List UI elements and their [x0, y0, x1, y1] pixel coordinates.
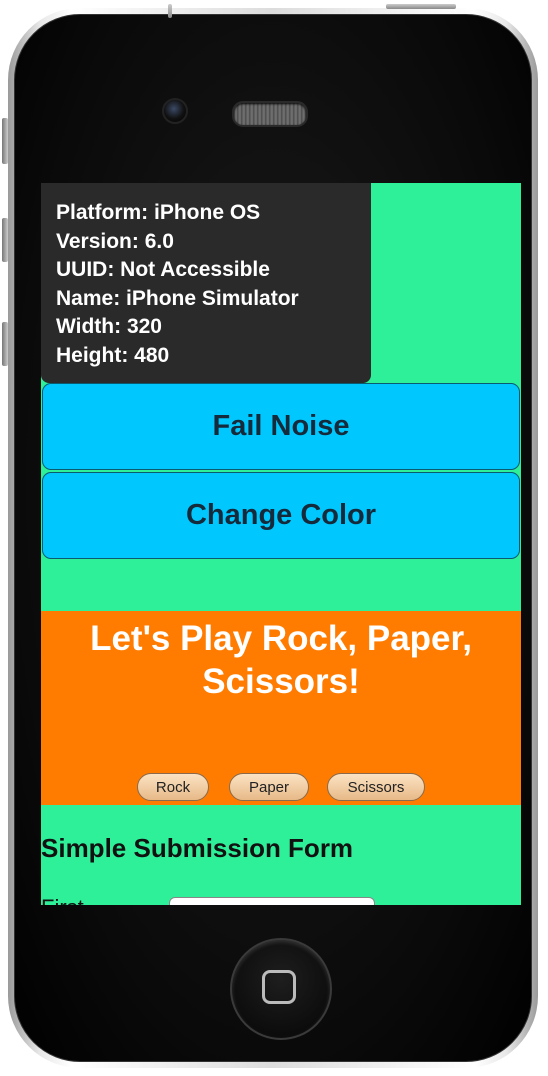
- paper-label: Paper: [248, 778, 290, 796]
- top-edge-notch: [168, 4, 172, 18]
- form-title: Simple Submission Form: [41, 833, 354, 863]
- game-title: Let's Play Rock, Paper, Scissors!: [90, 619, 472, 701]
- height-text: Height: 480: [56, 343, 170, 367]
- rock-label: Rock: [155, 778, 191, 796]
- rock-button[interactable]: Rock: [137, 773, 209, 801]
- front-camera-icon: [162, 98, 188, 124]
- change-color-button[interactable]: Change Color: [42, 472, 520, 559]
- paper-button[interactable]: Paper: [229, 773, 309, 801]
- ring-silent-switch[interactable]: [2, 118, 8, 164]
- app-screen: Platform: iPhone OS Version: 6.0 UUID: N…: [41, 183, 521, 905]
- device-info-panel: Platform: iPhone OS Version: 6.0 UUID: N…: [41, 183, 371, 383]
- first-name-field[interactable]: [169, 897, 375, 905]
- version-text: Version: 6.0: [56, 229, 174, 253]
- home-square-icon: [262, 970, 296, 1004]
- uuid-text: UUID: Not Accessible: [56, 258, 270, 281]
- scissors-label: Scissors: [347, 778, 405, 796]
- sleep-wake-button[interactable]: [386, 4, 456, 9]
- volume-down-button[interactable]: [2, 322, 8, 366]
- earpiece-speaker: [232, 101, 308, 127]
- width-text: Width: 320: [56, 315, 162, 338]
- volume-up-button[interactable]: [2, 218, 8, 262]
- first-name-label: First: [41, 895, 84, 905]
- rock-paper-scissors-section: Let's Play Rock, Paper, Scissors! Rock P…: [41, 611, 521, 805]
- scissors-button[interactable]: Scissors: [327, 773, 425, 801]
- change-color-label: Change Color: [185, 499, 377, 531]
- device-name-text: Name: iPhone Simulator: [56, 286, 299, 310]
- fail-noise-button[interactable]: Fail Noise: [42, 383, 520, 470]
- platform-text: Platform: iPhone OS: [56, 201, 261, 224]
- fail-noise-label: Fail Noise: [212, 410, 350, 442]
- home-button[interactable]: [230, 938, 332, 1040]
